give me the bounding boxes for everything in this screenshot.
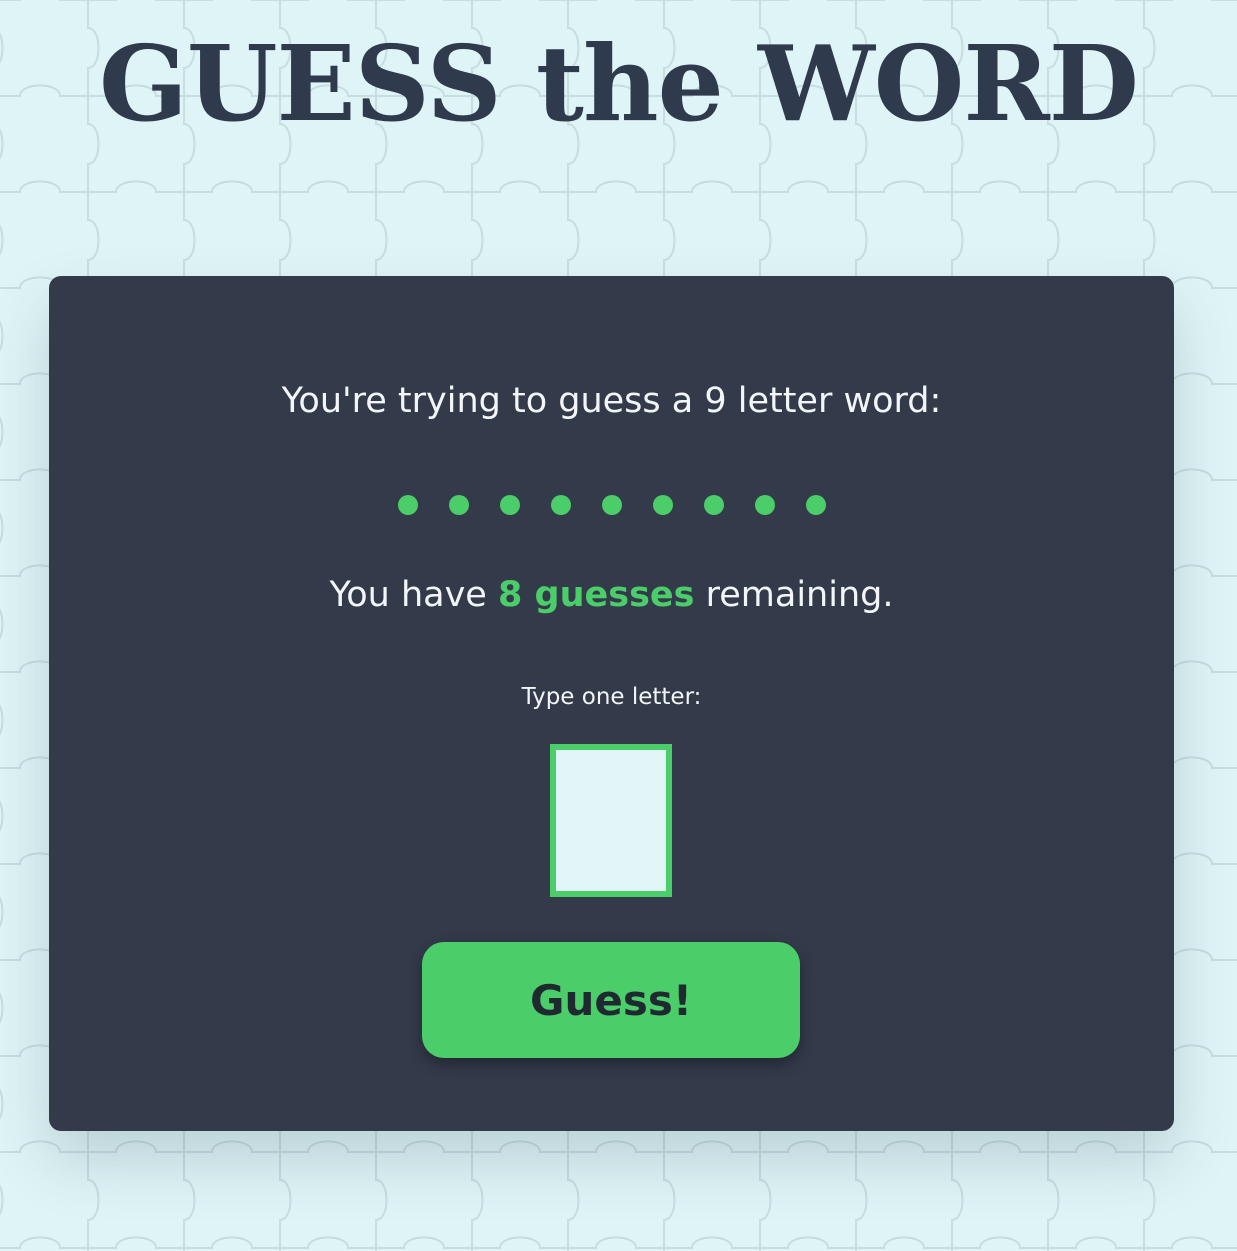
letter-placeholder-dot bbox=[652, 495, 673, 515]
letter-input[interactable] bbox=[550, 744, 672, 897]
remaining-guesses: You have 8 guesses remaining. bbox=[49, 574, 1174, 616]
letter-placeholder-dot bbox=[499, 495, 520, 515]
letter-placeholder-dot bbox=[703, 495, 724, 515]
remaining-prefix: You have bbox=[329, 575, 487, 615]
remaining-count: 8 guesses bbox=[498, 575, 695, 615]
game-card: You're trying to guess a 9 letter word: … bbox=[49, 276, 1174, 1131]
letter-placeholder-dot bbox=[754, 495, 775, 515]
letter-placeholder-dot bbox=[550, 495, 571, 515]
letter-label: Type one letter: bbox=[521, 684, 702, 710]
letter-placeholder-dot bbox=[805, 495, 826, 515]
word-in-progress bbox=[49, 490, 1174, 520]
word-prompt: You're trying to guess a 9 letter word: bbox=[281, 381, 942, 421]
remaining-suffix: remaining. bbox=[705, 575, 894, 615]
letter-placeholder-dot bbox=[448, 495, 469, 515]
guess-button[interactable]: Guess! bbox=[422, 942, 800, 1058]
page-title: GUESS the WORD bbox=[99, 22, 1139, 145]
letter-placeholder-dot bbox=[397, 495, 418, 515]
letter-placeholder-dot bbox=[601, 495, 622, 515]
